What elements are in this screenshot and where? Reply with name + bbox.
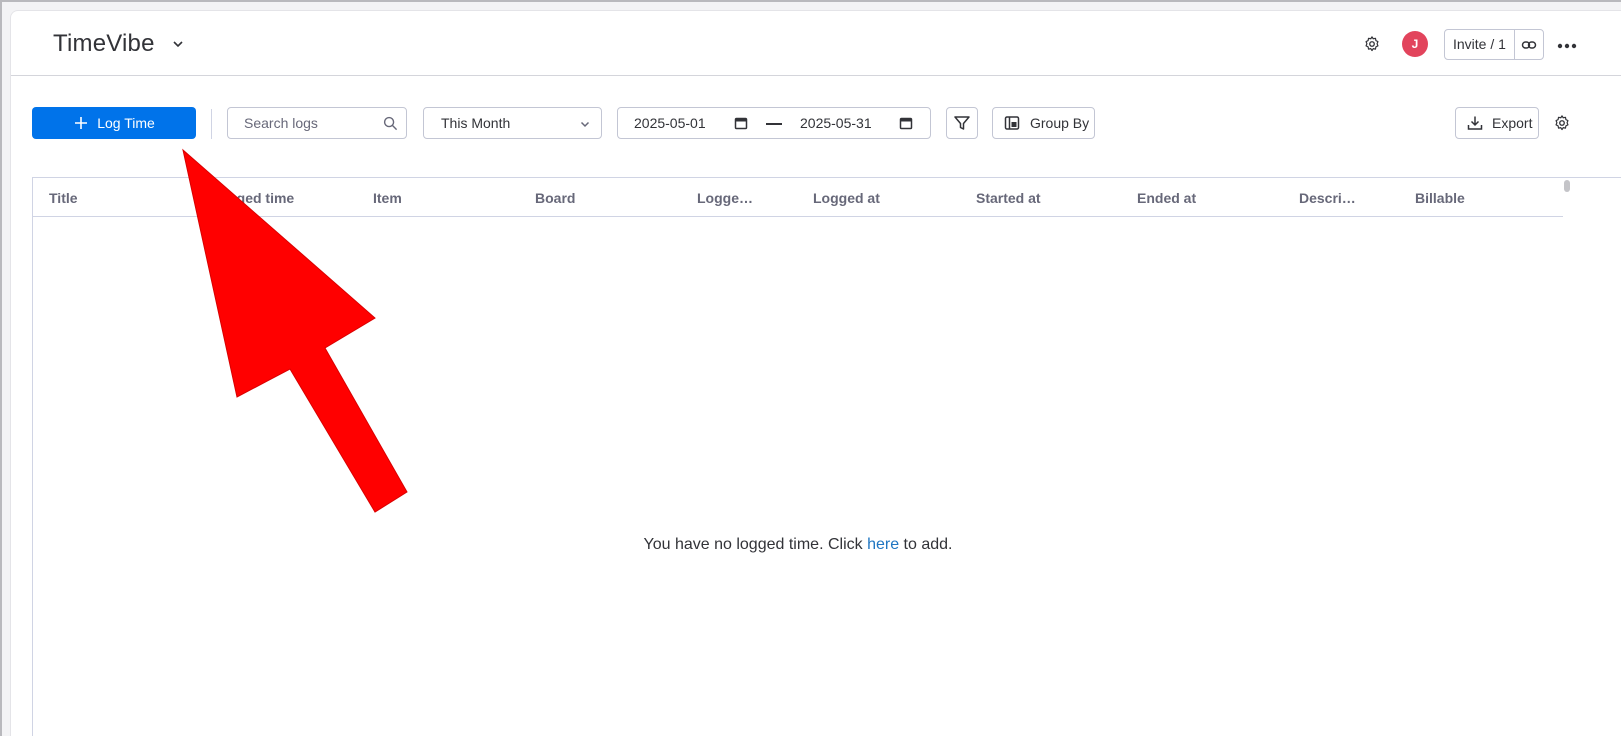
export-icon [1467, 116, 1483, 130]
group-by-button[interactable]: Group By [992, 107, 1095, 139]
avatar[interactable]: J [1402, 31, 1428, 57]
time-logs-table: Title Logged time Item Board Logge… Logg… [32, 177, 1621, 736]
search-box[interactable] [227, 107, 407, 139]
invite-group: Invite / 1 [1444, 29, 1544, 60]
empty-state-prefix: You have no logged time. Click [643, 536, 868, 553]
filter-button[interactable] [946, 107, 978, 139]
date-from-input[interactable]: 2025-05-01 [634, 115, 706, 131]
column-header-ended-at[interactable]: Ended at [1137, 190, 1196, 206]
plus-icon [75, 117, 88, 129]
period-select-value: This Month [441, 115, 511, 131]
column-header-title[interactable]: Title [49, 190, 78, 206]
calendar-icon[interactable] [734, 116, 748, 130]
export-button[interactable]: Export [1455, 107, 1539, 139]
column-header-board[interactable]: Board [535, 190, 575, 206]
date-to-input[interactable]: 2025-05-31 [800, 115, 872, 131]
chevron-down-icon[interactable] [171, 37, 185, 51]
empty-state-suffix: to add. [899, 536, 953, 553]
empty-state-message: You have no logged time. Click here to a… [33, 536, 1563, 554]
table-settings-gear-icon[interactable] [1553, 114, 1571, 132]
period-select[interactable]: This Month [423, 107, 602, 139]
main-panel: TimeVibe J Invite / 1 Log Time Search lo… [10, 10, 1621, 736]
copy-link-button[interactable] [1515, 30, 1543, 59]
filter-icon [954, 116, 970, 130]
invite-button[interactable]: Invite / 1 [1445, 30, 1515, 59]
date-range-picker: 2025-05-01 2025-05-31 [617, 107, 931, 139]
group-by-label: Group By [1030, 115, 1090, 131]
search-input[interactable] [228, 108, 406, 138]
group-by-icon [1004, 116, 1020, 130]
column-header-logged-at[interactable]: Logged at [813, 190, 880, 206]
search-icon [383, 116, 398, 131]
link-icon [1521, 40, 1537, 49]
more-dots-icon[interactable] [1557, 43, 1577, 49]
column-header-logged-time[interactable]: Logged time [211, 190, 294, 206]
log-time-label: Log Time [97, 115, 155, 131]
column-header-description[interactable]: Descri… [1299, 190, 1356, 206]
toolbar-divider [211, 109, 212, 139]
date-range-separator [766, 123, 782, 125]
gear-icon[interactable] [1363, 35, 1381, 53]
column-header-started-at[interactable]: Started at [976, 190, 1041, 206]
app-title[interactable]: TimeVibe [53, 30, 155, 58]
calendar-icon[interactable] [899, 116, 913, 130]
empty-state-add-link[interactable]: here [867, 536, 899, 553]
export-label: Export [1492, 115, 1533, 131]
column-header-logged-by[interactable]: Logge… [697, 190, 753, 206]
log-time-button[interactable]: Log Time [32, 107, 196, 139]
column-header-billable[interactable]: Billable [1415, 190, 1465, 206]
chevron-down-icon [580, 121, 590, 128]
app-header: TimeVibe J Invite / 1 [11, 11, 1621, 76]
table-header-row: Title Logged time Item Board Logge… Logg… [33, 178, 1563, 217]
column-header-item[interactable]: Item [373, 190, 402, 206]
horizontal-scrollbar[interactable] [1564, 180, 1570, 192]
